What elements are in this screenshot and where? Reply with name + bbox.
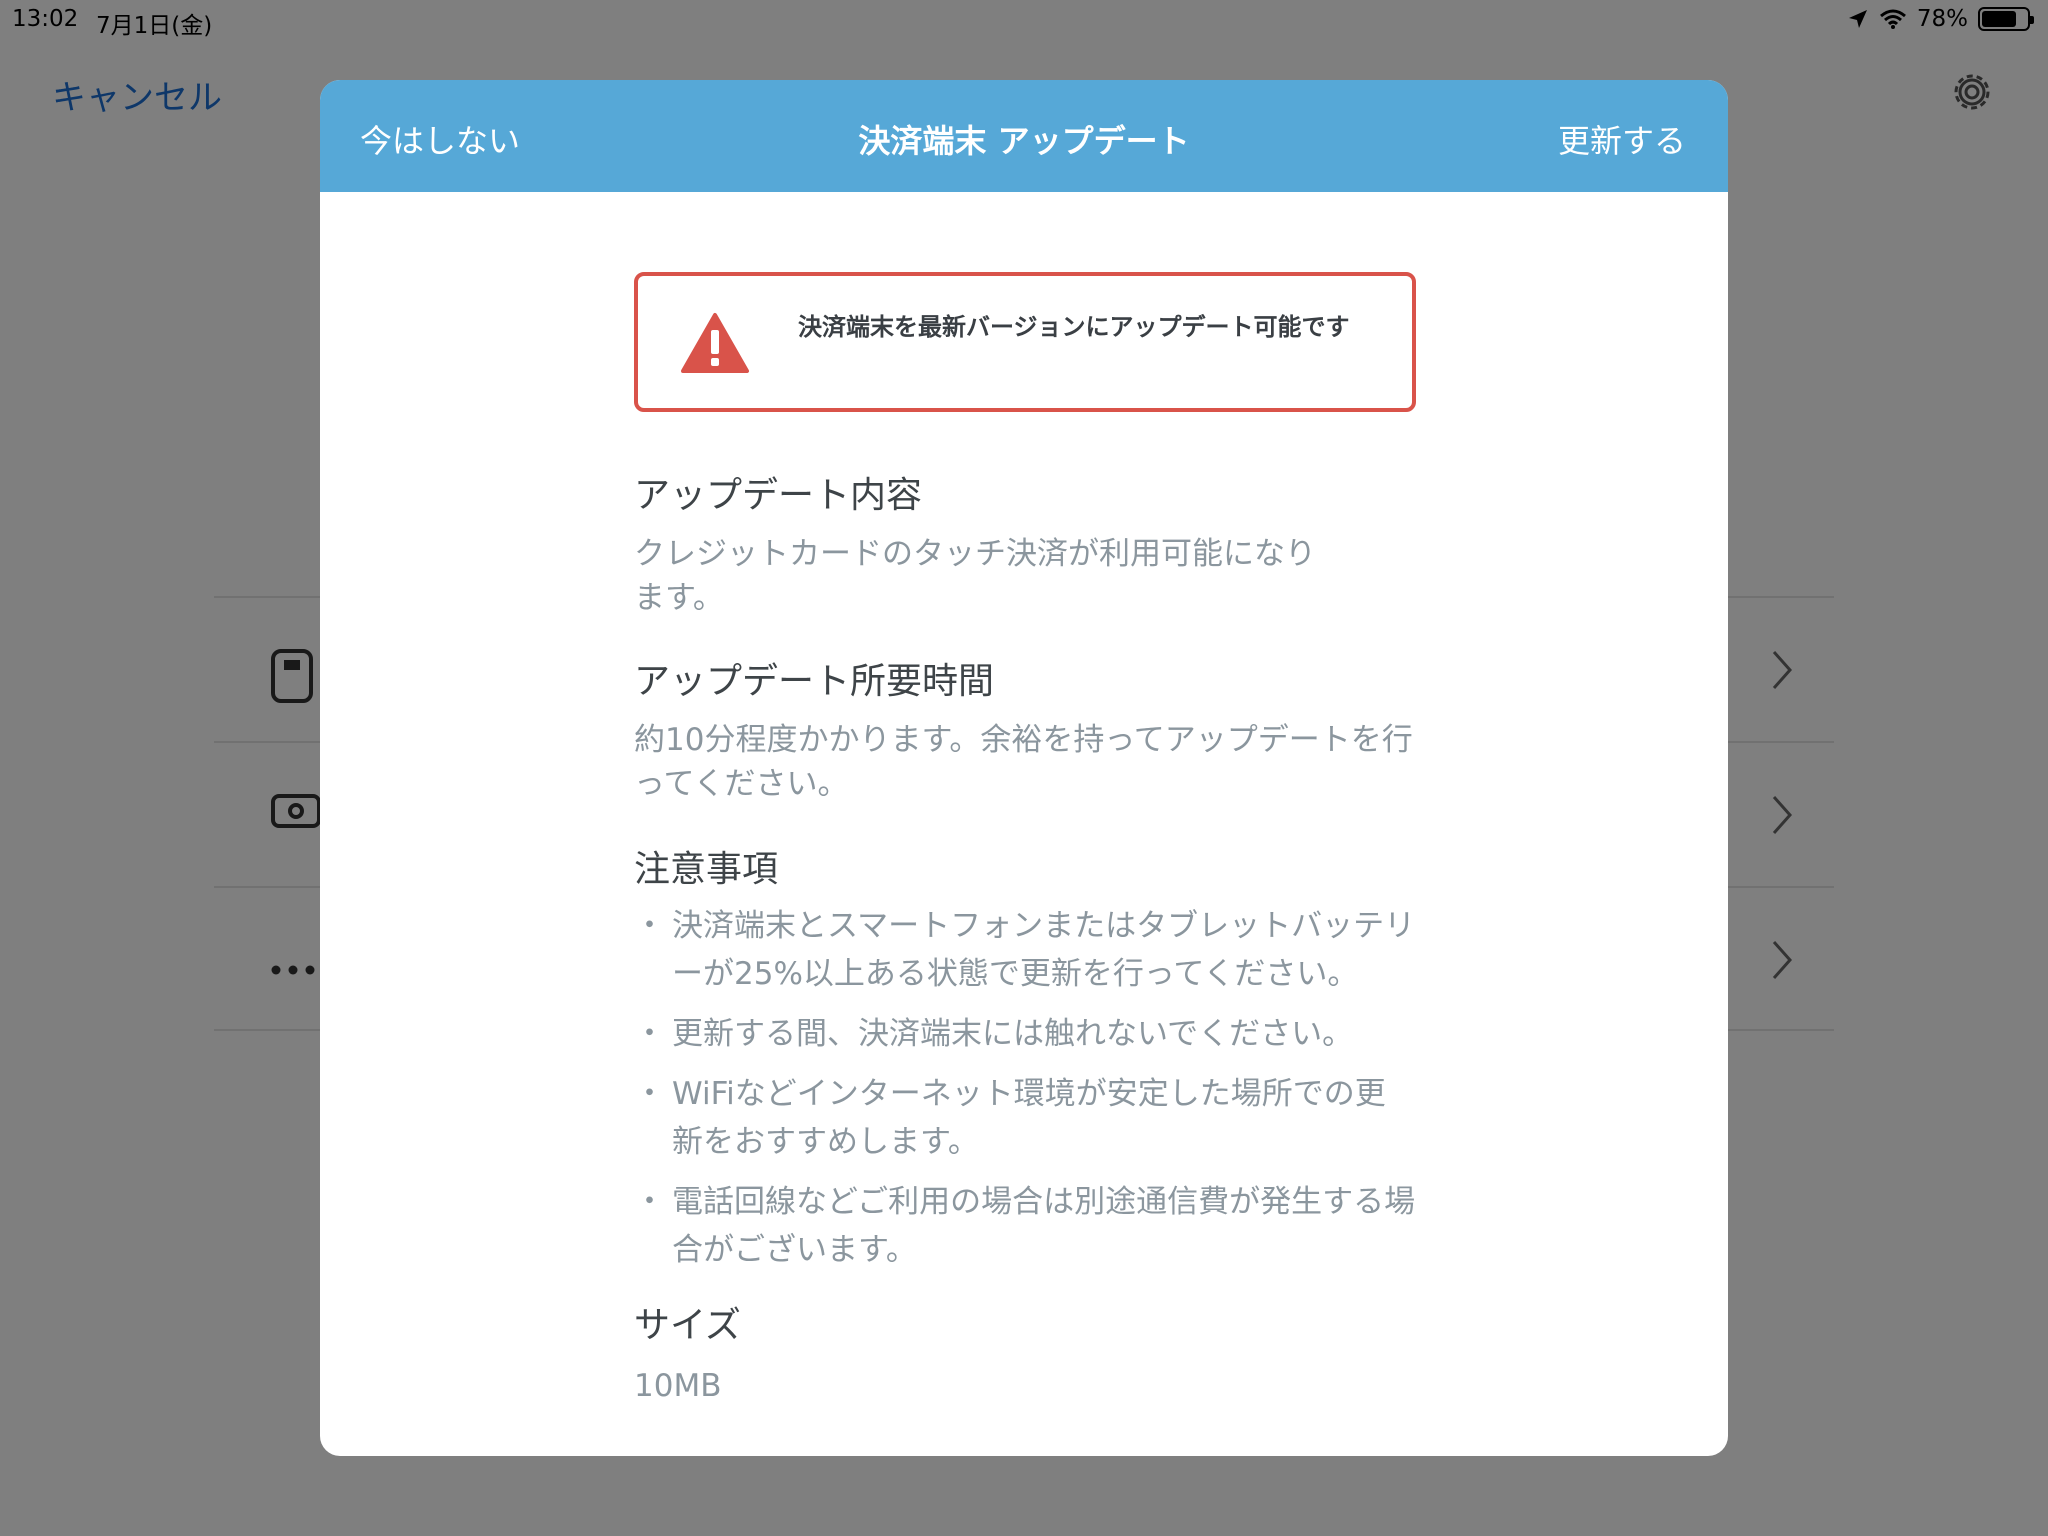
- section-update-content: アップデート内容 クレジットカードのタッチ決済が利用可能になります。: [634, 474, 1416, 620]
- section-notes: 注意事項 決済端末とスマートフォンまたはタブレットバッテリーが25%以上ある状態…: [634, 848, 1416, 1274]
- duration-title: アップデート所要時間: [634, 661, 995, 702]
- section-size: サイズ 10MB: [634, 1304, 1416, 1404]
- update-content-title: アップデート内容: [634, 475, 923, 516]
- size-title: サイズ: [634, 1305, 741, 1346]
- update-button[interactable]: 更新する: [1558, 116, 1686, 162]
- size-value: 10MB: [634, 1368, 722, 1404]
- update-modal: 今はしない 決済端末 アップデート 更新する 決済端末を最新バージョンにアップデ…: [320, 80, 1728, 1456]
- update-content-body: クレジットカードのタッチ決済が利用可能になります。: [634, 536, 1316, 616]
- modal-header: 今はしない 決済端末 アップデート 更新する: [320, 80, 1728, 192]
- note-item: WiFiなどインターネット環境が安定した場所での更新をおすすめします。: [634, 1070, 1416, 1166]
- modal-title: 決済端末 アップデート: [858, 122, 1190, 160]
- duration-body: 約10分程度かかります。余裕を持ってアップデートを行ってください。: [634, 722, 1413, 802]
- alert-message: 決済端末を最新バージョンにアップデート可能です: [798, 313, 1350, 341]
- notes-list: 決済端末とスマートフォンまたはタブレットバッテリーが25%以上ある状態で更新を行…: [634, 902, 1416, 1274]
- section-duration: アップデート所要時間 約10分程度かかります。余裕を持ってアップデートを行ってく…: [634, 660, 1416, 806]
- note-item: 決済端末とスマートフォンまたはタブレットバッテリーが25%以上ある状態で更新を行…: [634, 902, 1416, 998]
- modal-content: 決済端末を最新バージョンにアップデート可能です アップデート内容 クレジットカー…: [634, 272, 1416, 1404]
- warning-icon: [681, 313, 749, 373]
- notes-title: 注意事項: [634, 849, 779, 890]
- note-item: 更新する間、決済端末には触れないでください。: [634, 1010, 1416, 1058]
- note-item: 電話回線などご利用の場合は別途通信費が発生する場合がございます。: [634, 1178, 1416, 1274]
- update-alert: 決済端末を最新バージョンにアップデート可能です: [634, 272, 1416, 412]
